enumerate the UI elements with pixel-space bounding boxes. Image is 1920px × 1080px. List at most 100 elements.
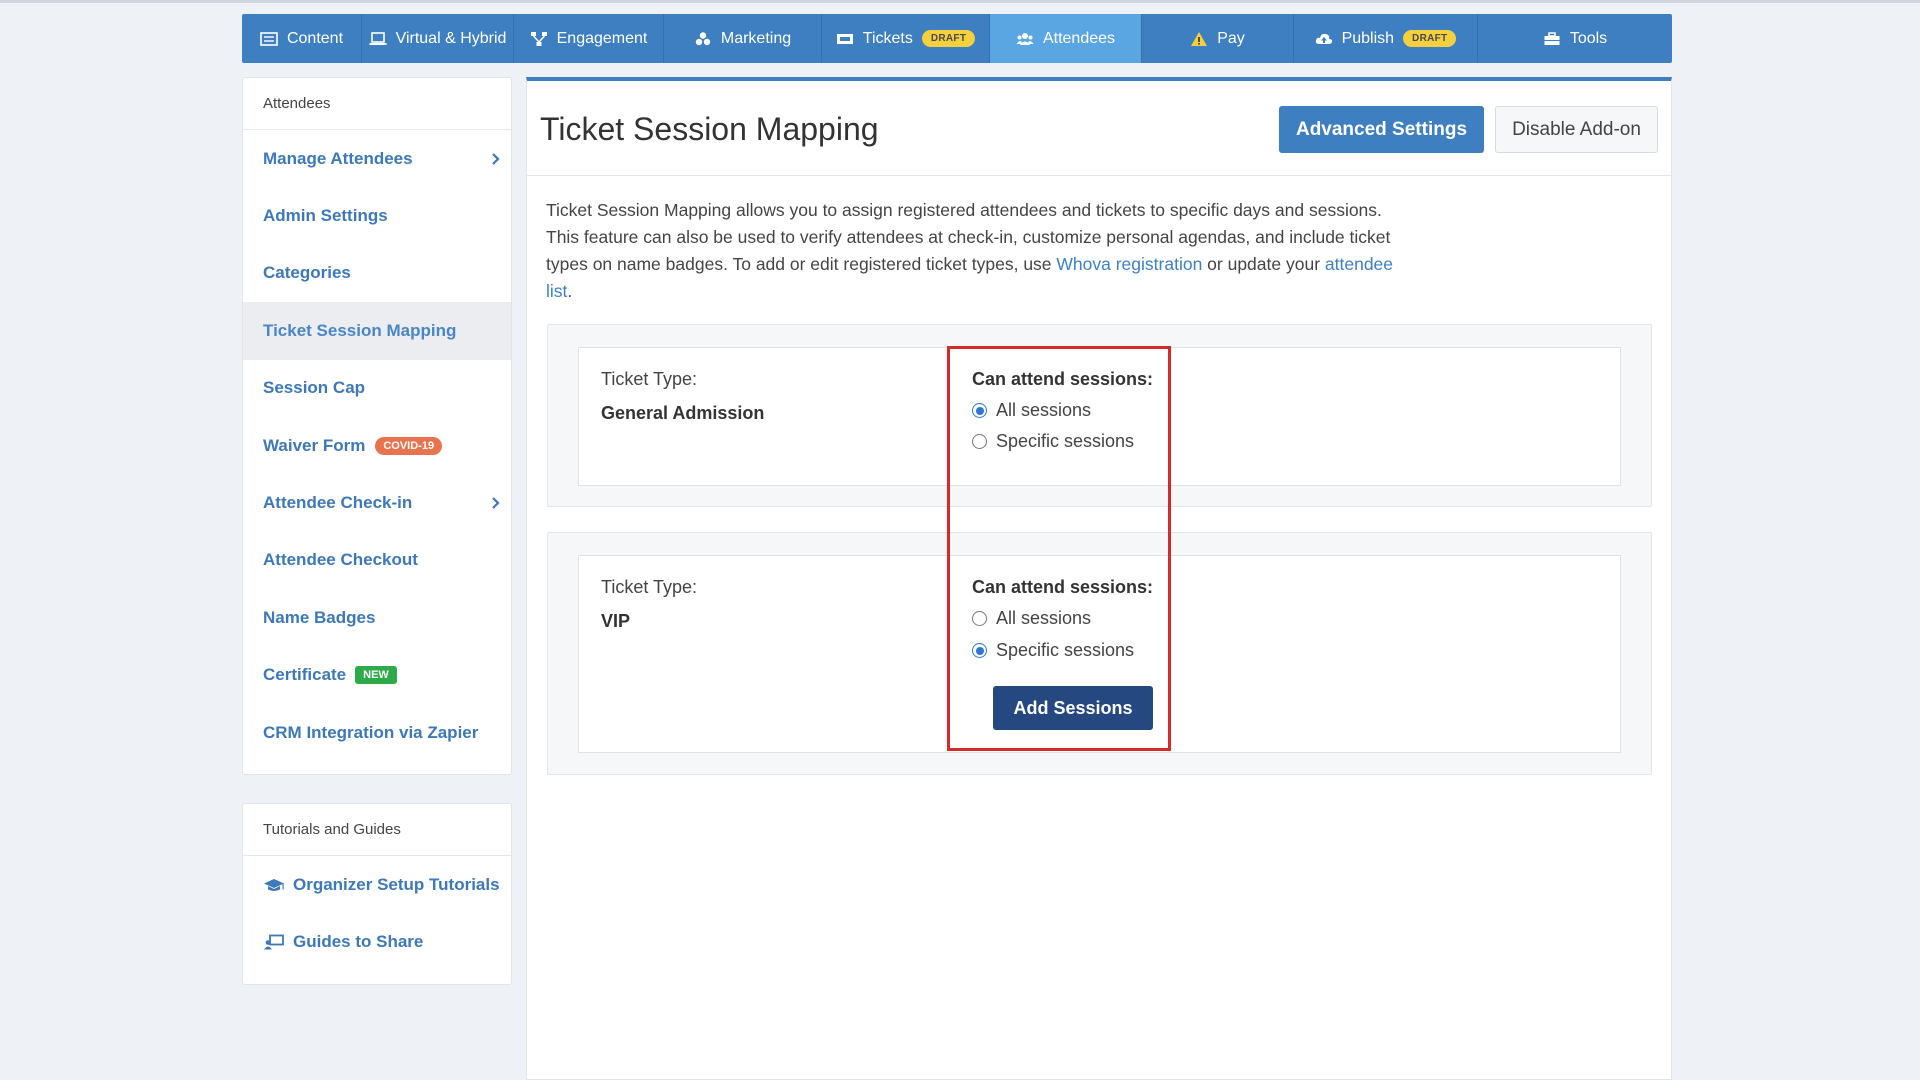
description-text: Ticket Session Mapping allows you to ass… xyxy=(546,200,1382,220)
sidebar-item-label: Guides to Share xyxy=(293,931,424,951)
advanced-settings-button[interactable]: Advanced Settings xyxy=(1279,106,1484,153)
sidebar-item-admin-settings[interactable]: Admin Settings xyxy=(243,187,511,244)
sidebar-item-ticket-session-mapping[interactable]: Ticket Session Mapping xyxy=(243,302,511,360)
nav-tab-marketing[interactable]: Marketing xyxy=(664,14,822,63)
sidebar-item-guides-to-share[interactable]: Guides to Share xyxy=(243,913,511,970)
description-text: or update your xyxy=(1202,254,1325,274)
list-icon xyxy=(260,31,278,47)
radio-label: Specific sessions xyxy=(996,640,1135,660)
radio-button[interactable] xyxy=(972,434,987,449)
radio-all-sessions[interactable]: All sessions xyxy=(972,400,1091,421)
sidebar-attendees: Attendees Manage Attendees Admin Setting… xyxy=(242,77,512,775)
attendee-list-link-continued[interactable]: list xyxy=(546,281,567,301)
nav-tab-engagement[interactable]: Engagement xyxy=(514,14,664,63)
page-description: Ticket Session Mapping allows you to ass… xyxy=(546,197,1466,305)
radio-all-sessions[interactable]: All sessions xyxy=(972,608,1091,629)
whova-registration-link[interactable]: Whova registration xyxy=(1056,254,1202,274)
sidebar-item-label: Waiver Form xyxy=(263,435,366,455)
can-attend-sessions-label: Can attend sessions: xyxy=(972,577,1154,597)
nav-tab-publish[interactable]: Publish DRAFT xyxy=(1294,14,1478,63)
sidebar-item-label: Attendee Check-in xyxy=(263,493,413,513)
description-text: This feature can also be used to verify … xyxy=(546,227,1391,247)
nav-tab-virtual-hybrid[interactable]: Virtual & Hybrid xyxy=(362,14,514,63)
sidebar-header: Attendees xyxy=(243,78,511,130)
sidebar-item-name-badges[interactable]: Name Badges xyxy=(243,589,511,646)
briefcase-icon xyxy=(1543,31,1561,47)
chevron-right-icon xyxy=(492,497,500,509)
add-sessions-button[interactable]: Add Sessions xyxy=(993,686,1153,730)
radio-specific-sessions[interactable]: Specific sessions xyxy=(972,640,1134,661)
graduation-cap-icon xyxy=(264,878,284,891)
sidebar-item-categories[interactable]: Categories xyxy=(243,245,511,302)
ticket-type-label: Ticket Type: xyxy=(601,577,698,597)
sidebar-item-organizer-setup-tutorials[interactable]: Organizer Setup Tutorials xyxy=(243,856,511,913)
cloud-upload-icon xyxy=(1315,31,1333,47)
sidebar-tutorials-guides: Tutorials and Guides Organizer Setup Tut… xyxy=(242,803,512,985)
attendee-list-link[interactable]: attendee xyxy=(1325,254,1393,274)
sidebar-item-label: CRM Integration via Zapier xyxy=(263,722,479,742)
radio-button[interactable] xyxy=(972,611,987,626)
ticket-card-general-admission: Ticket Type: General Admission Can atten… xyxy=(547,324,1652,507)
nav-tab-content[interactable]: Content xyxy=(242,14,362,63)
disable-addon-button[interactable]: Disable Add-on xyxy=(1495,106,1658,153)
sidebar-item-label: Session Cap xyxy=(263,378,366,398)
nav-tab-attendees[interactable]: Attendees xyxy=(990,14,1142,63)
nav-tab-label: Content xyxy=(286,29,344,47)
nav-tab-label: Pay xyxy=(1217,29,1245,47)
covid-badge: COVID-19 xyxy=(375,436,443,455)
radio-label: All sessions xyxy=(996,608,1092,628)
sidebar-item-label: Ticket Session Mapping xyxy=(263,320,457,340)
warning-icon xyxy=(1190,31,1208,47)
draft-badge: DRAFT xyxy=(1403,30,1457,47)
sidebar-item-label: Categories xyxy=(263,263,351,283)
nav-tab-label: Virtual & Hybrid xyxy=(395,29,507,47)
new-badge: NEW xyxy=(355,666,397,685)
sidebar-item-label: Attendee Checkout xyxy=(263,550,418,570)
sidebar-item-label: Admin Settings xyxy=(263,206,388,226)
ticket-type-name: VIP xyxy=(601,611,631,631)
draft-badge: DRAFT xyxy=(921,30,976,47)
main-panel: Ticket Session Mapping Advanced Settings… xyxy=(526,77,1672,1080)
can-attend-sessions-label: Can attend sessions: xyxy=(972,369,1154,389)
sidebar-item-label: Certificate xyxy=(263,665,347,685)
nav-tab-label: Tickets xyxy=(862,29,913,47)
share-screen-icon xyxy=(264,934,284,949)
sidebar-item-crm-integration[interactable]: CRM Integration via Zapier xyxy=(243,704,511,761)
nav-tab-label: Tools xyxy=(1569,29,1608,47)
window-top-border xyxy=(0,0,1920,3)
chevron-right-icon xyxy=(492,152,500,165)
nav-tab-label: Attendees xyxy=(1042,29,1116,47)
nav-tab-tools[interactable]: Tools xyxy=(1478,14,1672,63)
ticket-card-vip: Ticket Type: VIP Can attend sessions: Al… xyxy=(547,532,1652,775)
sidebar-header: Tutorials and Guides xyxy=(243,804,511,856)
sidebar-item-waiver-form[interactable]: Waiver Form COVID-19 xyxy=(243,417,511,474)
sidebar-item-manage-attendees[interactable]: Manage Attendees xyxy=(243,130,511,187)
laptop-icon xyxy=(369,31,387,47)
radio-button[interactable] xyxy=(972,643,987,658)
bullhorn-icon xyxy=(694,31,712,47)
ticket-type-label: Ticket Type: xyxy=(601,369,698,389)
description-text: types on name badges. To add or edit reg… xyxy=(546,254,1057,274)
description-text: . xyxy=(567,281,573,301)
radio-button[interactable] xyxy=(972,403,987,418)
sidebar-item-session-cap[interactable]: Session Cap xyxy=(243,360,511,417)
top-navigation: Content Virtual & Hybrid Engagement Mark… xyxy=(242,14,1672,63)
nav-tab-label: Publish xyxy=(1341,29,1395,47)
ticket-card-inner: Ticket Type: VIP Can attend sessions: Al… xyxy=(578,555,1621,753)
sidebar-item-label: Manage Attendees xyxy=(263,148,413,168)
network-icon xyxy=(530,31,548,47)
radio-specific-sessions[interactable]: Specific sessions xyxy=(972,431,1134,452)
nav-tab-pay[interactable]: Pay xyxy=(1142,14,1294,63)
ticket-icon xyxy=(836,31,854,47)
nav-tab-tickets[interactable]: Tickets DRAFT xyxy=(822,14,990,63)
radio-label: Specific sessions xyxy=(996,431,1135,451)
sidebar-item-certificate[interactable]: Certificate NEW xyxy=(243,647,511,704)
ticket-card-inner: Ticket Type: General Admission Can atten… xyxy=(578,347,1621,486)
page-title: Ticket Session Mapping xyxy=(540,111,879,147)
sidebar-item-attendee-checkout[interactable]: Attendee Checkout xyxy=(243,532,511,589)
sidebar-item-label: Organizer Setup Tutorials xyxy=(293,874,500,894)
radio-label: All sessions xyxy=(996,400,1092,420)
sidebar-item-attendee-check-in[interactable]: Attendee Check-in xyxy=(243,474,511,531)
nav-tab-label: Marketing xyxy=(720,29,792,47)
users-icon xyxy=(1016,31,1034,47)
